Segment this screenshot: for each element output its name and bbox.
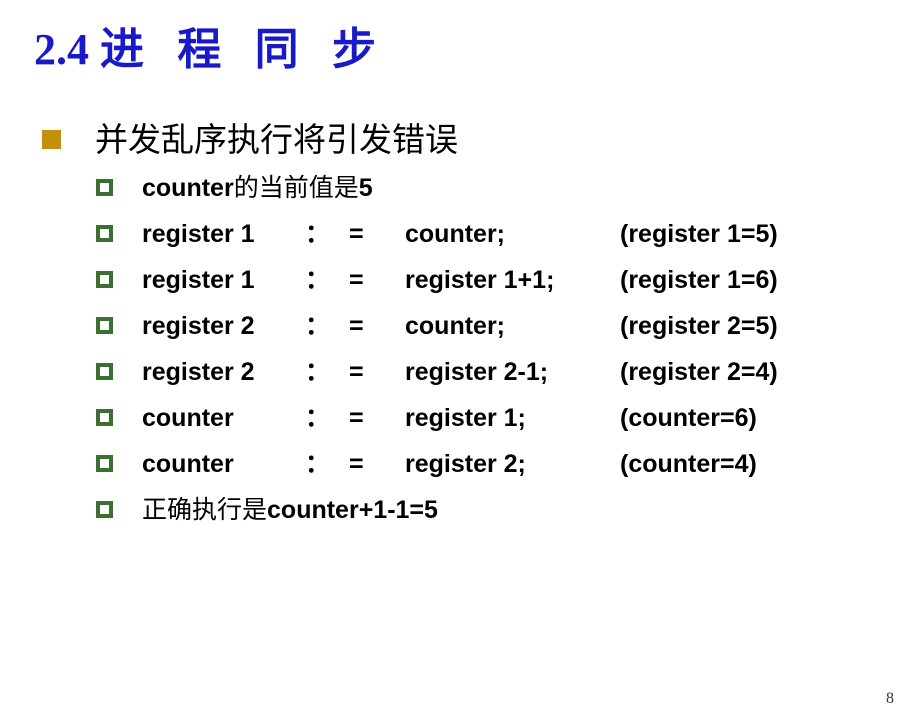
slide-body: 并发乱序执行将引发错误 counter的当前值是5 register 1： = co… — [0, 118, 921, 534]
assignment-lhs: register 2 — [142, 358, 255, 386]
tail-token: 5 — [358, 174, 373, 202]
cjk-token: 的当前值是 — [233, 173, 359, 202]
hollow-square-bullet-icon — [96, 179, 113, 196]
list-item-label: 正确执行是counter+1-1=5 — [142, 488, 438, 532]
hollow-square-bullet-icon — [96, 501, 113, 518]
assignment-rhs: register 1+1; — [405, 266, 555, 294]
assignment-lhs: register 1 — [142, 266, 255, 294]
assignment-lhs: counter — [142, 404, 234, 432]
assignment-equals: = — [349, 220, 364, 248]
list-item: register 1 ： = register 1+1; (register 1=6) — [0, 258, 921, 304]
list-item: counter的当前值是5 — [0, 166, 921, 212]
assignment-note: (counter=6) — [620, 404, 757, 432]
list-item: register 1 ： = counter; (register 1=5) — [0, 212, 921, 258]
assignment-colon: ： — [305, 266, 331, 294]
assignment-colon: ： — [305, 358, 331, 386]
list-item-label: register 2 ： = register 2-1; (register 2=4) — [142, 350, 778, 394]
bullet-level1-label: 并发乱序执行将引发错误 — [95, 120, 458, 159]
title-number: 2.4 — [34, 25, 89, 74]
latin-token: counter+1-1=5 — [267, 496, 438, 524]
assignment-note: (register 2=5) — [620, 312, 778, 340]
page-title: 2.4 进 程 同 步 — [34, 22, 385, 78]
slide: 2.4 进 程 同 步 并发乱序执行将引发错误 counter的当前值是5 re… — [0, 0, 921, 720]
list-item-label: register 2 ： = counter; (register 2=5) — [142, 304, 778, 348]
list-item-label: counter ： = register 2; (counter=4) — [142, 442, 757, 486]
latin-token: counter — [142, 174, 234, 202]
assignment-rhs: register 1; — [405, 404, 526, 432]
assignment-colon: ： — [305, 450, 331, 478]
list-item-label: counter ： = register 1; (counter=6) — [142, 396, 757, 440]
assignment-rhs: register 2; — [405, 450, 526, 478]
list-item: register 2 ： = counter; (register 2=5) — [0, 304, 921, 350]
list-item: 正确执行是counter+1-1=5 — [0, 488, 921, 534]
list-item: counter ： = register 1; (counter=6) — [0, 396, 921, 442]
assignment-lhs: register 1 — [142, 220, 255, 248]
assignment-note: (counter=4) — [620, 450, 757, 478]
assignment-equals: = — [349, 450, 364, 478]
title-text: 进 程 同 步 — [100, 24, 385, 75]
assignment-note: (register 1=6) — [620, 266, 778, 294]
assignment-rhs: counter; — [405, 220, 505, 248]
cjk-token: 正确执行是 — [142, 495, 268, 524]
assignment-rhs: counter; — [405, 312, 505, 340]
assignment-note: (register 2=4) — [620, 358, 778, 386]
assignment-equals: = — [349, 404, 364, 432]
list-item-label: counter的当前值是5 — [142, 166, 373, 210]
hollow-square-bullet-icon — [96, 271, 113, 288]
hollow-square-bullet-icon — [96, 225, 113, 242]
assignment-colon: ： — [305, 404, 331, 432]
assignment-note: (register 1=5) — [620, 220, 778, 248]
assignment-equals: = — [349, 266, 364, 294]
hollow-square-bullet-icon — [96, 317, 113, 334]
assignment-lhs: register 2 — [142, 312, 255, 340]
bullet-level1-row: 并发乱序执行将引发错误 — [0, 118, 921, 166]
list-item-label: register 1 ： = register 1+1; (register 1=6) — [142, 258, 778, 302]
list-item: counter ： = register 2; (counter=4) — [0, 442, 921, 488]
list-item: register 2 ： = register 2-1; (register 2=4) — [0, 350, 921, 396]
assignment-equals: = — [349, 312, 364, 340]
filled-square-bullet-icon — [42, 130, 61, 149]
page-number: 8 — [886, 690, 894, 707]
assignment-rhs: register 2-1; — [405, 358, 549, 386]
assignment-colon: ： — [305, 312, 331, 340]
hollow-square-bullet-icon — [96, 455, 113, 472]
hollow-square-bullet-icon — [96, 409, 113, 426]
assignment-equals: = — [349, 358, 364, 386]
assignment-colon: ： — [305, 220, 331, 248]
hollow-square-bullet-icon — [96, 363, 113, 380]
list-item-label: register 1 ： = counter; (register 1=5) — [142, 212, 778, 256]
assignment-lhs: counter — [142, 450, 234, 478]
